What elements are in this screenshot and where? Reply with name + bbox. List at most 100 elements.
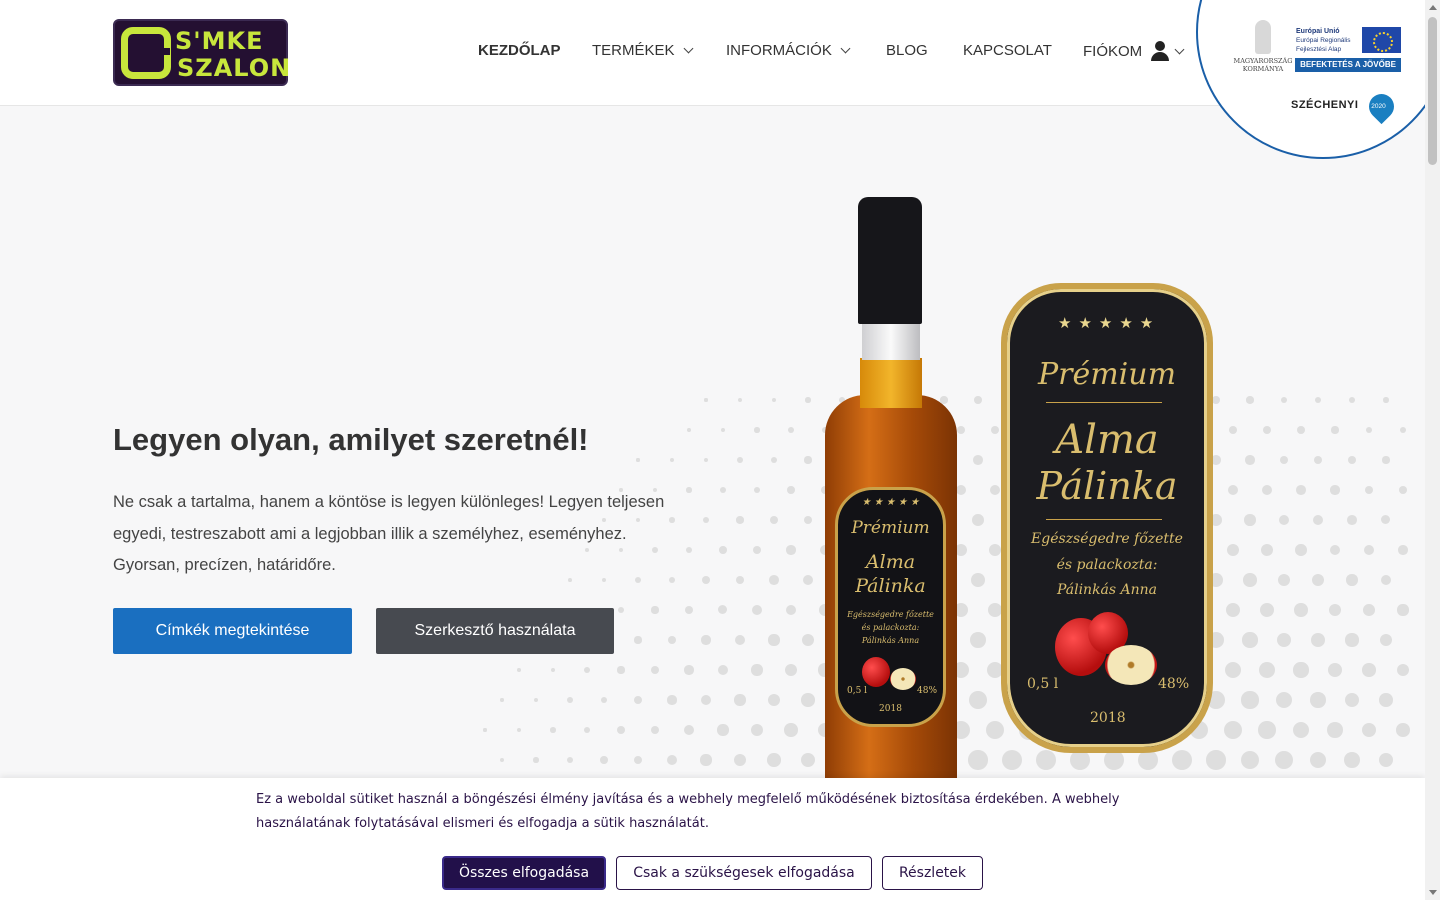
view-labels-button[interactable]: Címkék megtekintése [113, 608, 352, 654]
background-dot [1241, 691, 1259, 709]
label-sub2: és palackozta: [1056, 557, 1158, 573]
background-dot [1228, 425, 1238, 435]
scroll-thumb[interactable] [1428, 17, 1437, 165]
badge-szechenyi: SZÉCHENYI [1291, 99, 1359, 111]
background-dot [787, 486, 795, 494]
background-dot [767, 693, 781, 707]
background-dot [1310, 692, 1326, 708]
chevron-down-icon [840, 43, 851, 54]
apple-icon [862, 657, 890, 687]
small-label-name2: Pálinka [855, 575, 926, 597]
background-dot [985, 720, 1005, 740]
background-dot [617, 606, 624, 613]
scroll-down-arrow-icon[interactable] [1429, 890, 1437, 895]
background-dot [734, 634, 746, 646]
background-dot [1261, 484, 1273, 496]
hungary-crest-icon [1255, 20, 1271, 54]
logo-line2: SZALON [177, 54, 292, 82]
hero-text: Ne csak a tartalma, hanem a köntöse is l… [113, 493, 665, 574]
background-dot [752, 545, 762, 555]
badge-invest: BEFEKTETÉS A JÖVŐBE [1295, 58, 1401, 72]
background-dot [1224, 661, 1242, 679]
szechenyi-badge[interactable] [1196, 0, 1440, 159]
page-scrollbar[interactable] [1425, 0, 1440, 900]
background-dot [687, 428, 691, 432]
background-dot [768, 634, 780, 646]
background-dot [1378, 752, 1394, 768]
eu-flag-icon [1362, 27, 1401, 53]
background-dot [717, 724, 729, 736]
background-dot [704, 398, 708, 402]
background-dot [1280, 396, 1288, 404]
nav-item-products[interactable]: TERMÉKEK [592, 42, 693, 59]
background-dot [683, 724, 695, 736]
badge-eu-line3: Fejlesztési Alap [1296, 46, 1342, 53]
badge-year: 2020 [1371, 103, 1386, 111]
background-dot [1206, 750, 1226, 770]
accept-necessary-cookies-button[interactable]: Csak a szükségesek elfogadása [616, 856, 872, 890]
background-dot [770, 456, 778, 464]
background-dot [684, 665, 694, 675]
background-dot [750, 723, 764, 737]
background-dot [754, 427, 760, 433]
logo-s-mark [121, 27, 171, 79]
background-dot [1379, 693, 1393, 707]
background-dot [1345, 633, 1359, 647]
cookie-text: Ez a weboldal sütiket használ a böngészé… [256, 792, 1120, 831]
background-dot [990, 425, 1000, 435]
background-dot [1244, 514, 1256, 526]
background-dot [617, 726, 625, 734]
background-dot [734, 694, 746, 706]
nav-item-contact[interactable]: KAPCSOLAT [963, 42, 1052, 59]
background-dot [1262, 425, 1272, 435]
small-label-name1: Alma [865, 551, 916, 573]
nav-item-blog[interactable]: BLOG [886, 42, 928, 59]
background-dot [550, 667, 556, 673]
background-dot [753, 486, 761, 494]
nav-item-info[interactable]: INFORMÁCIÓK [726, 42, 851, 59]
cookie-details-button[interactable]: Részletek [882, 856, 983, 890]
site-logo[interactable]: S'MKE SZALON [113, 19, 292, 86]
background-dot [667, 635, 677, 645]
background-dot [737, 457, 743, 463]
background-dot [736, 516, 744, 524]
editor-button[interactable]: Szerkesztő használata [376, 608, 614, 654]
background-dot [1277, 573, 1291, 587]
apple-half-icon [890, 668, 916, 690]
background-dot [974, 396, 982, 404]
background-dot [600, 696, 608, 704]
label-name2: Pálinka [1036, 464, 1178, 508]
accept-all-cookies-button[interactable]: Összes elfogadása [442, 856, 606, 890]
background-dot [1293, 662, 1309, 678]
nav-item-home[interactable]: KEZDŐLAP [478, 42, 561, 59]
background-dot [786, 545, 796, 555]
background-dot [1346, 574, 1358, 586]
chevron-down-icon [683, 43, 693, 54]
background-dot [972, 514, 984, 526]
scroll-up-arrow-icon[interactable] [1429, 5, 1437, 10]
background-dot [1226, 543, 1240, 557]
chevron-down-icon [1174, 44, 1185, 54]
background-dot [1259, 602, 1275, 618]
background-dot [1380, 574, 1392, 586]
background-dot [1212, 396, 1220, 404]
background-dot [738, 398, 742, 402]
nav-item-account[interactable]: FIÓKOM [1083, 41, 1185, 61]
background-dot [1259, 662, 1275, 678]
background-dot [784, 663, 798, 677]
small-label-sub2: és palackozta: [861, 623, 920, 632]
background-dot [1296, 485, 1306, 495]
background-dot [1348, 456, 1356, 464]
background-dot [685, 546, 693, 554]
background-dot [566, 756, 574, 764]
background-dot [955, 484, 967, 496]
background-dot [516, 727, 522, 733]
background-dot [733, 753, 747, 767]
background-dot [1344, 752, 1360, 768]
background-dot [533, 697, 539, 703]
background-dot [801, 693, 815, 707]
background-dot [636, 458, 640, 462]
label-divider-top [1046, 402, 1162, 403]
label-volume: 0,5 l [1027, 676, 1059, 692]
badge-gov-line1: MAGYARORSZÁG [1233, 57, 1293, 65]
